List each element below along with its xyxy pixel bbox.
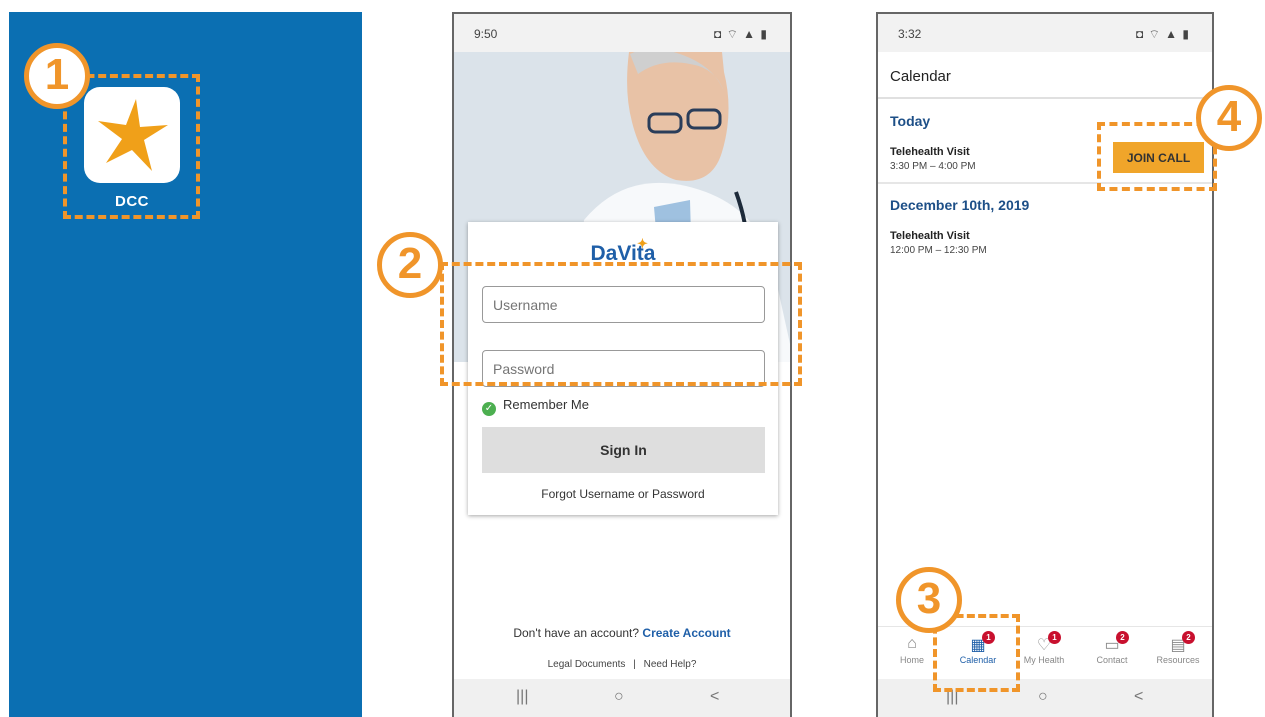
back-button[interactable]: < [710,688,719,706]
forgot-credentials-link[interactable]: Forgot Username or Password [468,487,778,501]
sign-in-button[interactable]: Sign In [482,427,765,473]
tab-label: Contact [1096,655,1128,665]
highlight-box-2 [440,262,802,386]
legal-separator: | [633,659,636,670]
notification-badge: 2 [1116,631,1129,644]
bottom-tab-bar: ⌂ Home ▦ 1 Calendar ♡ 1 My Health ▭ 2 Conta… [878,626,1212,681]
heart-pulse-icon: ♡ 1 [1012,631,1076,655]
date-visit-time: 12:00 PM – 12:30 PM [890,245,987,256]
step-badge-1: 1 [24,43,90,109]
tab-my-health[interactable]: ♡ 1 My Health [1012,631,1076,665]
step-badge-2: 2 [377,232,443,298]
step-badge-4: 4 [1196,85,1262,151]
tab-label: Home [899,655,924,665]
today-visit-time: 3:30 PM – 4:00 PM [890,161,976,172]
legal-documents-link[interactable]: Legal Documents [548,659,626,670]
tab-label: Resources [1156,655,1200,665]
android-nav-bar: ||| ○ < [878,679,1212,717]
today-visit-title: Telehealth Visit [890,146,970,158]
status-icons: ◘ ⌔ ▲ ▮ [713,27,768,41]
tab-contact[interactable]: ▭ 2 Contact [1080,631,1144,665]
notification-badge: 2 [1182,631,1195,644]
legal-links: Legal Documents | Need Help? [454,659,790,670]
highlight-box-1 [63,74,200,219]
today-heading: Today [890,113,931,129]
create-account-line: Don't have an account? Create Account [454,626,790,640]
create-account-link[interactable]: Create Account [642,626,730,640]
date-heading: December 10th, 2019 [890,197,1030,213]
chat-icon: ▭ 2 [1080,631,1144,655]
step-badge-3: 3 [896,567,962,633]
tab-resources[interactable]: ▤ 2 Resources [1146,631,1210,665]
home-button[interactable]: ○ [614,688,624,706]
back-button[interactable]: < [1134,688,1143,706]
status-bar: 9:50 ◘ ⌔ ▲ ▮ [454,14,790,52]
app-header: Calendar [878,52,1212,99]
status-time: 3:32 [898,27,922,41]
checkmark-icon: ✓ [482,402,496,416]
notification-badge: 1 [1048,631,1061,644]
no-account-text: Don't have an account? [513,626,640,640]
home-button[interactable]: ○ [1038,688,1048,706]
status-time: 9:50 [474,27,498,41]
status-icons: ◘ ⌔ ▲ ▮ [1135,27,1190,41]
tab-label: My Health [1023,655,1065,665]
android-nav-bar: ||| ○ < [454,679,790,717]
remember-me-label: Remember Me [503,397,589,412]
recents-button[interactable]: ||| [516,688,528,706]
remember-me-toggle[interactable]: ✓ Remember Me [482,397,589,416]
date-visit-title: Telehealth Visit [890,230,970,242]
logo-star-icon: ✦ [637,236,648,251]
status-bar: 3:32 ◘ ⌔ ▲ ▮ [878,14,1212,52]
book-icon: ▤ 2 [1146,631,1210,655]
need-help-link[interactable]: Need Help? [644,659,697,670]
page-title: Calendar [890,68,951,85]
